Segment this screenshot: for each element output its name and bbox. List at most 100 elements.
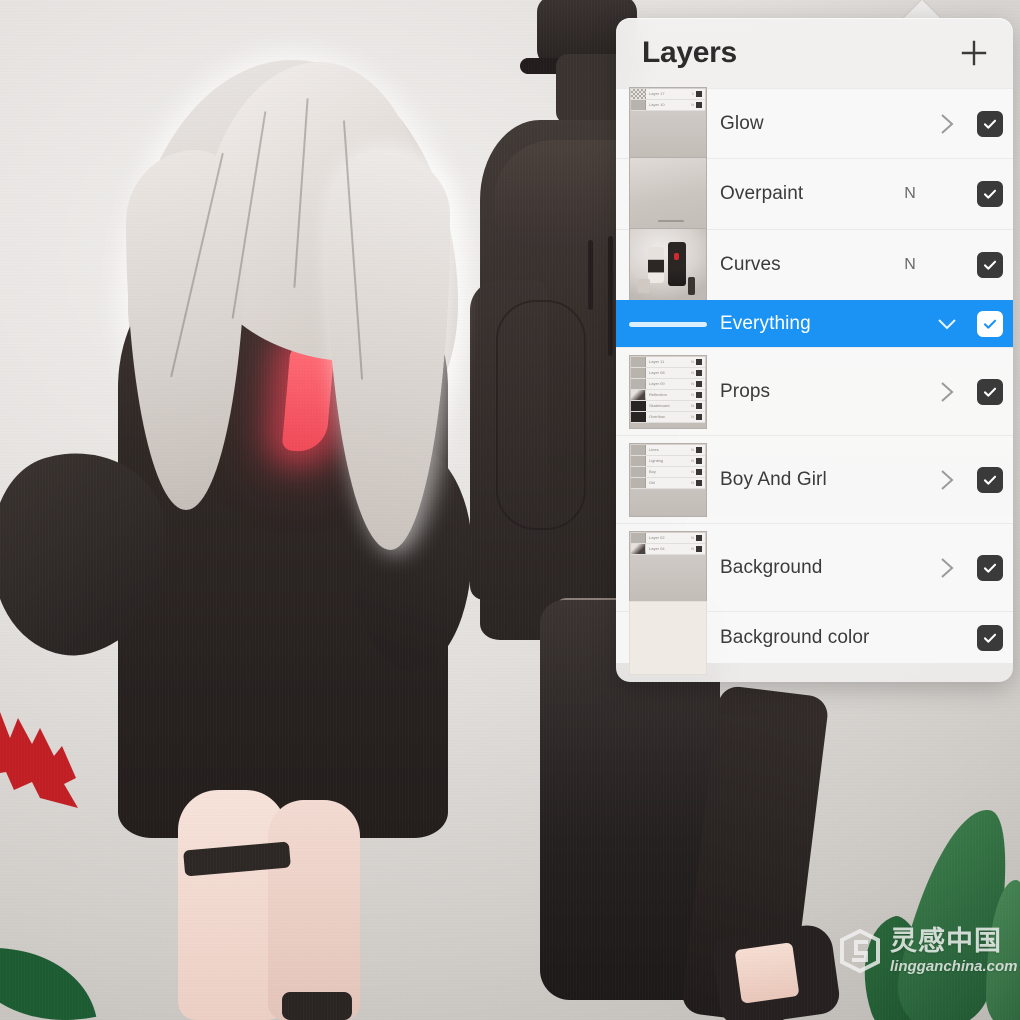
nested-layer-mode: N bbox=[691, 458, 694, 463]
nested-layer-row: Reflection N bbox=[631, 389, 705, 401]
layer-visibility-checkbox[interactable] bbox=[967, 181, 1013, 207]
chevron-right-icon[interactable] bbox=[927, 555, 967, 581]
check-icon bbox=[983, 633, 997, 643]
nested-layer-checkbox bbox=[696, 90, 702, 97]
nested-layer-checkbox bbox=[696, 534, 702, 541]
nested-layer-mode: N bbox=[691, 370, 694, 375]
art-green-leaf-bottom-left bbox=[0, 926, 97, 1020]
nested-layer-thumb bbox=[631, 444, 646, 455]
layer-thumbnail-wrap[interactable]: Lines N Lighting N Boy N Girl N bbox=[616, 442, 720, 517]
chevron-right-icon[interactable] bbox=[927, 379, 967, 405]
nested-layer-row: Layer 04 N bbox=[631, 543, 705, 555]
layer-visibility-checkbox[interactable] bbox=[967, 311, 1013, 337]
layer-thumbnail-wrap[interactable] bbox=[616, 600, 720, 675]
nested-layer-mode: N bbox=[691, 535, 694, 540]
nested-layer-list: Layer 02 N Layer 04 N bbox=[631, 532, 705, 555]
nested-layer-thumb bbox=[631, 543, 646, 554]
nested-layer-row: Overflow N bbox=[631, 411, 705, 423]
art-boy-ankle-skin bbox=[734, 942, 800, 1004]
nested-layer-checkbox bbox=[696, 479, 702, 486]
nested-layer-mode: N bbox=[691, 403, 694, 408]
nested-layer-label: Layer 08 bbox=[649, 370, 665, 375]
nested-layer-row: Layer 10 N bbox=[631, 99, 705, 111]
nested-layer-checkbox bbox=[696, 457, 702, 464]
layer-thumbnail: Lines N Lighting N Boy N Girl N bbox=[629, 442, 707, 517]
layer-thumbnail-wrap[interactable]: Layer 11 N Layer 08 N Layer 09 N Reflection N Sk… bbox=[616, 354, 720, 429]
layer-visibility-checkbox[interactable] bbox=[967, 110, 1013, 137]
layer-name: Background color bbox=[720, 626, 870, 648]
nested-layer-checkbox bbox=[696, 446, 702, 453]
layer-thumbnail-wrap[interactable]: Layer 02 N Layer 04 N bbox=[616, 530, 720, 605]
watermark-domain: lingganchina.com bbox=[890, 958, 1018, 975]
chevron-right-icon[interactable] bbox=[927, 111, 967, 137]
nested-layer-thumb bbox=[631, 389, 646, 400]
nested-layer-list: Lines N Lighting N Boy N Girl N bbox=[631, 444, 705, 489]
nested-layer-row: Layer 09 N bbox=[631, 378, 705, 390]
layer-row-background-color[interactable]: Background color bbox=[616, 600, 1013, 675]
layer-blend-mode[interactable]: N bbox=[893, 185, 927, 203]
nested-layer-checkbox bbox=[696, 358, 702, 365]
nested-layer-row: Layer 11 N bbox=[631, 356, 705, 368]
nested-layer-mode: N bbox=[691, 447, 694, 452]
layer-thumbnail: Layer 17 1 Layer 10 N bbox=[629, 86, 707, 161]
checkbox-box bbox=[977, 181, 1003, 207]
group-collapsed-indicator bbox=[629, 321, 707, 327]
nested-layer-mode: N bbox=[691, 392, 694, 397]
checkbox-box bbox=[977, 466, 1003, 493]
add-layer-button[interactable] bbox=[957, 36, 991, 70]
nested-layer-label: Boy bbox=[649, 469, 656, 474]
layer-row-overpaint[interactable]: Overpaint N bbox=[616, 157, 1013, 231]
layer-thumbnail-wrap[interactable] bbox=[616, 321, 720, 327]
plus-icon bbox=[961, 40, 987, 66]
nested-layer-mode: N bbox=[691, 381, 694, 386]
nested-layer-label: Layer 11 bbox=[649, 359, 665, 364]
layer-row-glow[interactable]: Layer 17 1 Layer 10 N Glow bbox=[616, 86, 1013, 161]
screen: 灵感中国 lingganchina.com Layers Layer 17 1 La… bbox=[0, 0, 1020, 1020]
watermark-text: 灵感中国 lingganchina.com bbox=[890, 928, 1018, 975]
nested-layer-mode: N bbox=[691, 469, 694, 474]
checkbox-box bbox=[977, 554, 1003, 581]
layer-visibility-checkbox[interactable] bbox=[967, 378, 1013, 405]
check-icon bbox=[983, 260, 997, 270]
chevron-down-icon[interactable] bbox=[927, 314, 967, 334]
nested-layer-list: Layer 11 N Layer 08 N Layer 09 N Reflection N Sk… bbox=[631, 356, 705, 423]
art-boy-hood-string-1 bbox=[608, 236, 613, 356]
nested-layer-mode: N bbox=[691, 414, 694, 419]
layer-thumbnail-wrap[interactable]: Layer 17 1 Layer 10 N bbox=[616, 86, 720, 161]
chevron-right-icon[interactable] bbox=[927, 467, 967, 493]
layer-visibility-checkbox[interactable] bbox=[967, 252, 1013, 278]
layer-row-props[interactable]: Layer 11 N Layer 08 N Layer 09 N Reflection N Sk… bbox=[616, 347, 1013, 435]
art-boy-hood-string-2 bbox=[588, 240, 593, 310]
layer-list[interactable]: Layer 17 1 Layer 10 N Glow Overpaint N Curves N E… bbox=[616, 86, 1013, 675]
nested-layer-thumb bbox=[631, 466, 646, 477]
layer-thumbnail-wrap[interactable] bbox=[616, 228, 720, 302]
checkbox-box bbox=[977, 624, 1003, 651]
layer-thumbnail-wrap[interactable] bbox=[616, 157, 720, 231]
nested-layer-row: Lines N bbox=[631, 444, 705, 456]
nested-layer-mode: N bbox=[691, 359, 694, 364]
nested-layer-thumb bbox=[631, 455, 646, 466]
layer-thumbnail: Layer 02 N Layer 04 N bbox=[629, 530, 707, 605]
panel-header: Layers bbox=[616, 18, 1013, 88]
check-icon bbox=[983, 119, 997, 129]
check-icon bbox=[983, 563, 997, 573]
layer-thumbnail bbox=[629, 228, 707, 302]
layer-visibility-checkbox[interactable] bbox=[967, 554, 1013, 581]
layer-row-curves[interactable]: Curves N bbox=[616, 228, 1013, 302]
layer-name: Curves bbox=[720, 254, 781, 275]
layers-panel: Layers Layer 17 1 Layer 10 N Glow Overpaint N C… bbox=[616, 18, 1013, 682]
nested-layer-row: Lighting N bbox=[631, 455, 705, 467]
artwork-preview-thumb bbox=[630, 229, 706, 301]
layer-name: Glow bbox=[720, 112, 764, 134]
layer-row-everything[interactable]: Everything bbox=[616, 300, 1013, 347]
background-color-swatch[interactable] bbox=[629, 600, 707, 675]
layer-row-background[interactable]: Layer 02 N Layer 04 N Background bbox=[616, 523, 1013, 611]
layer-row-boy-and-girl[interactable]: Lines N Lighting N Boy N Girl N Boy And Girl bbox=[616, 435, 1013, 523]
layer-visibility-checkbox[interactable] bbox=[967, 466, 1013, 493]
nested-layer-label: Lighting bbox=[649, 458, 664, 463]
nested-layer-label: Layer 17 bbox=[649, 91, 665, 96]
nested-layer-row: Layer 08 N bbox=[631, 367, 705, 379]
layer-blend-mode[interactable]: N bbox=[893, 256, 927, 274]
layer-visibility-checkbox[interactable] bbox=[967, 624, 1013, 651]
nested-layer-label: Lines bbox=[649, 447, 659, 452]
